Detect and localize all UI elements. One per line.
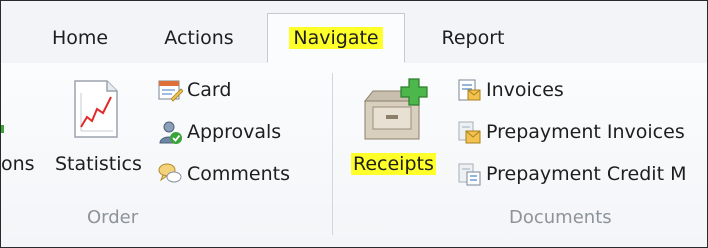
ribbon-panel: ons Statistics Card Approvals Comments O… [1, 63, 707, 247]
order-group-label: Order [87, 207, 139, 228]
documents-group-label: Documents [509, 207, 612, 228]
prepayment-credit-memo-icon [458, 163, 481, 186]
ribbon-tab-strip: Home Actions Navigate Report [1, 1, 707, 64]
approvals-button[interactable]: Approvals [157, 117, 281, 147]
receipts-button[interactable]: Receipts [351, 71, 445, 181]
tab-report-label: Report [441, 27, 505, 49]
prepayment-credit-memo-label: Prepayment Credit M [486, 163, 687, 185]
card-label: Card [187, 79, 232, 101]
invoices-label: Invoices [486, 79, 564, 101]
tab-home-label: Home [51, 27, 109, 49]
truncated-button-label[interactable]: ons [1, 153, 35, 175]
group-separator [332, 73, 333, 235]
receipts-label: Receipts [351, 153, 436, 175]
approvals-label: Approvals [187, 121, 282, 143]
statistics-label: Statistics [55, 153, 142, 175]
partial-green-icon [1, 125, 4, 133]
invoices-button[interactable]: Invoices [456, 75, 564, 105]
receipts-cabinet-add-icon [363, 78, 428, 140]
receipts-label-text: Receipts [351, 153, 436, 175]
prepayment-invoices-icon [458, 121, 481, 144]
card-icon [158, 80, 183, 102]
invoices-icon [458, 79, 481, 101]
tab-home[interactable]: Home [35, 14, 125, 62]
tab-report[interactable]: Report [423, 14, 523, 62]
ribbon-window: Home Actions Navigate Report ons Statist… [0, 0, 708, 248]
approvals-icon [159, 121, 182, 144]
prepayment-invoices-button[interactable]: Prepayment Invoices [456, 117, 685, 147]
tab-actions[interactable]: Actions [147, 14, 251, 62]
comments-button[interactable]: Comments [157, 159, 290, 189]
statistics-button[interactable]: Statistics [55, 71, 149, 181]
comments-label: Comments [187, 163, 290, 185]
tab-actions-label: Actions [164, 27, 234, 49]
prepayment-credit-memo-button[interactable]: Prepayment Credit M [456, 159, 686, 189]
comments-icon [158, 163, 182, 183]
card-button[interactable]: Card [157, 75, 231, 105]
tab-navigate[interactable]: Navigate [267, 13, 405, 63]
prepayment-invoices-label: Prepayment Invoices [486, 121, 685, 143]
statistics-chart-icon [74, 80, 118, 138]
tab-navigate-label: Navigate [289, 27, 383, 49]
